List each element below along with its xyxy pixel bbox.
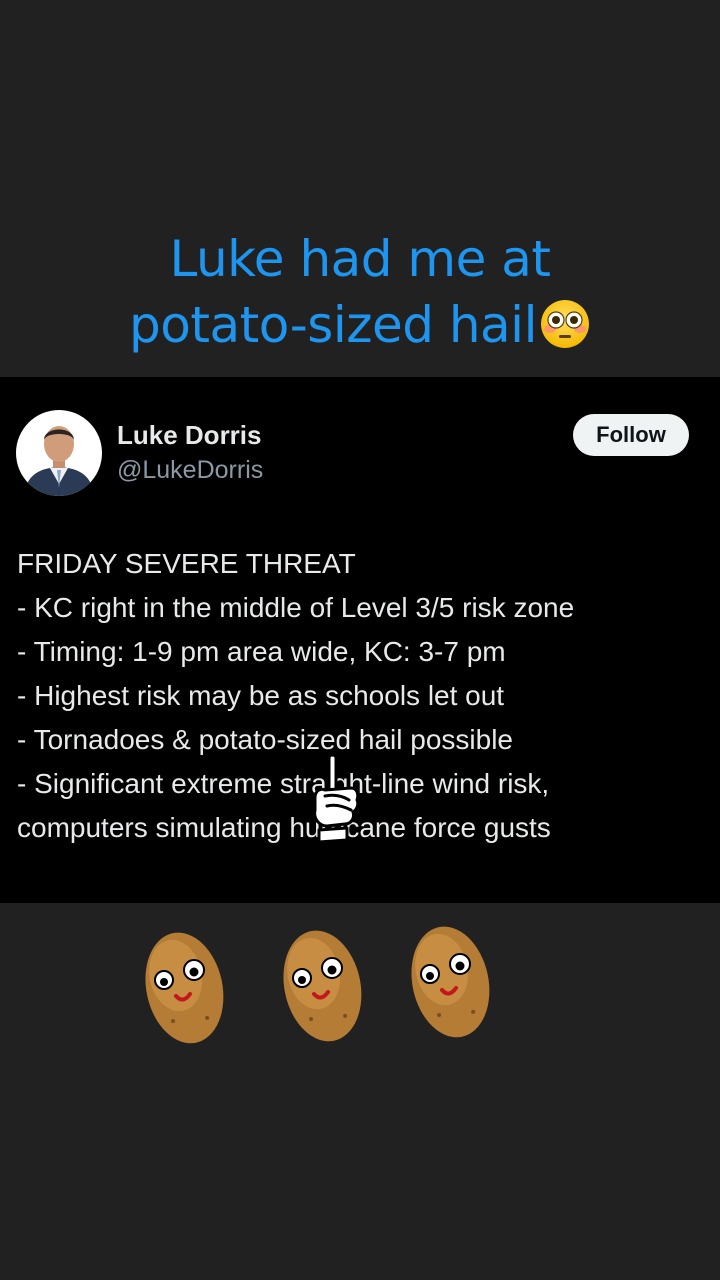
follow-button[interactable]: Follow <box>573 414 689 456</box>
caption-line-2-text: potato-sized hail <box>129 296 537 354</box>
avatar[interactable] <box>16 410 102 496</box>
profile-photo-icon <box>16 410 102 496</box>
tweet-line: - Highest risk may be as schools let out <box>17 680 505 711</box>
potato-sticker-3 <box>411 926 490 1038</box>
user-handle[interactable]: @LukeDorris <box>117 456 263 485</box>
tweet-line: - KC right in the middle of Level 3/5 ri… <box>17 592 575 623</box>
caption-line-2: potato-sized hail <box>0 292 720 358</box>
potato-sticker-1 <box>145 932 224 1044</box>
flushed-face-icon <box>540 300 589 348</box>
display-name[interactable]: Luke Dorris <box>117 420 262 451</box>
tweet-line: FRIDAY SEVERE THREAT <box>17 548 356 579</box>
tweet-line: - Timing: 1-9 pm area wide, KC: 3-7 pm <box>17 636 506 667</box>
video-caption: Luke had me at potato-sized hail <box>0 226 720 358</box>
caption-line-1: Luke had me at <box>169 230 551 288</box>
potato-sticker-2 <box>283 930 362 1042</box>
pointing-hand-icon <box>313 753 360 844</box>
